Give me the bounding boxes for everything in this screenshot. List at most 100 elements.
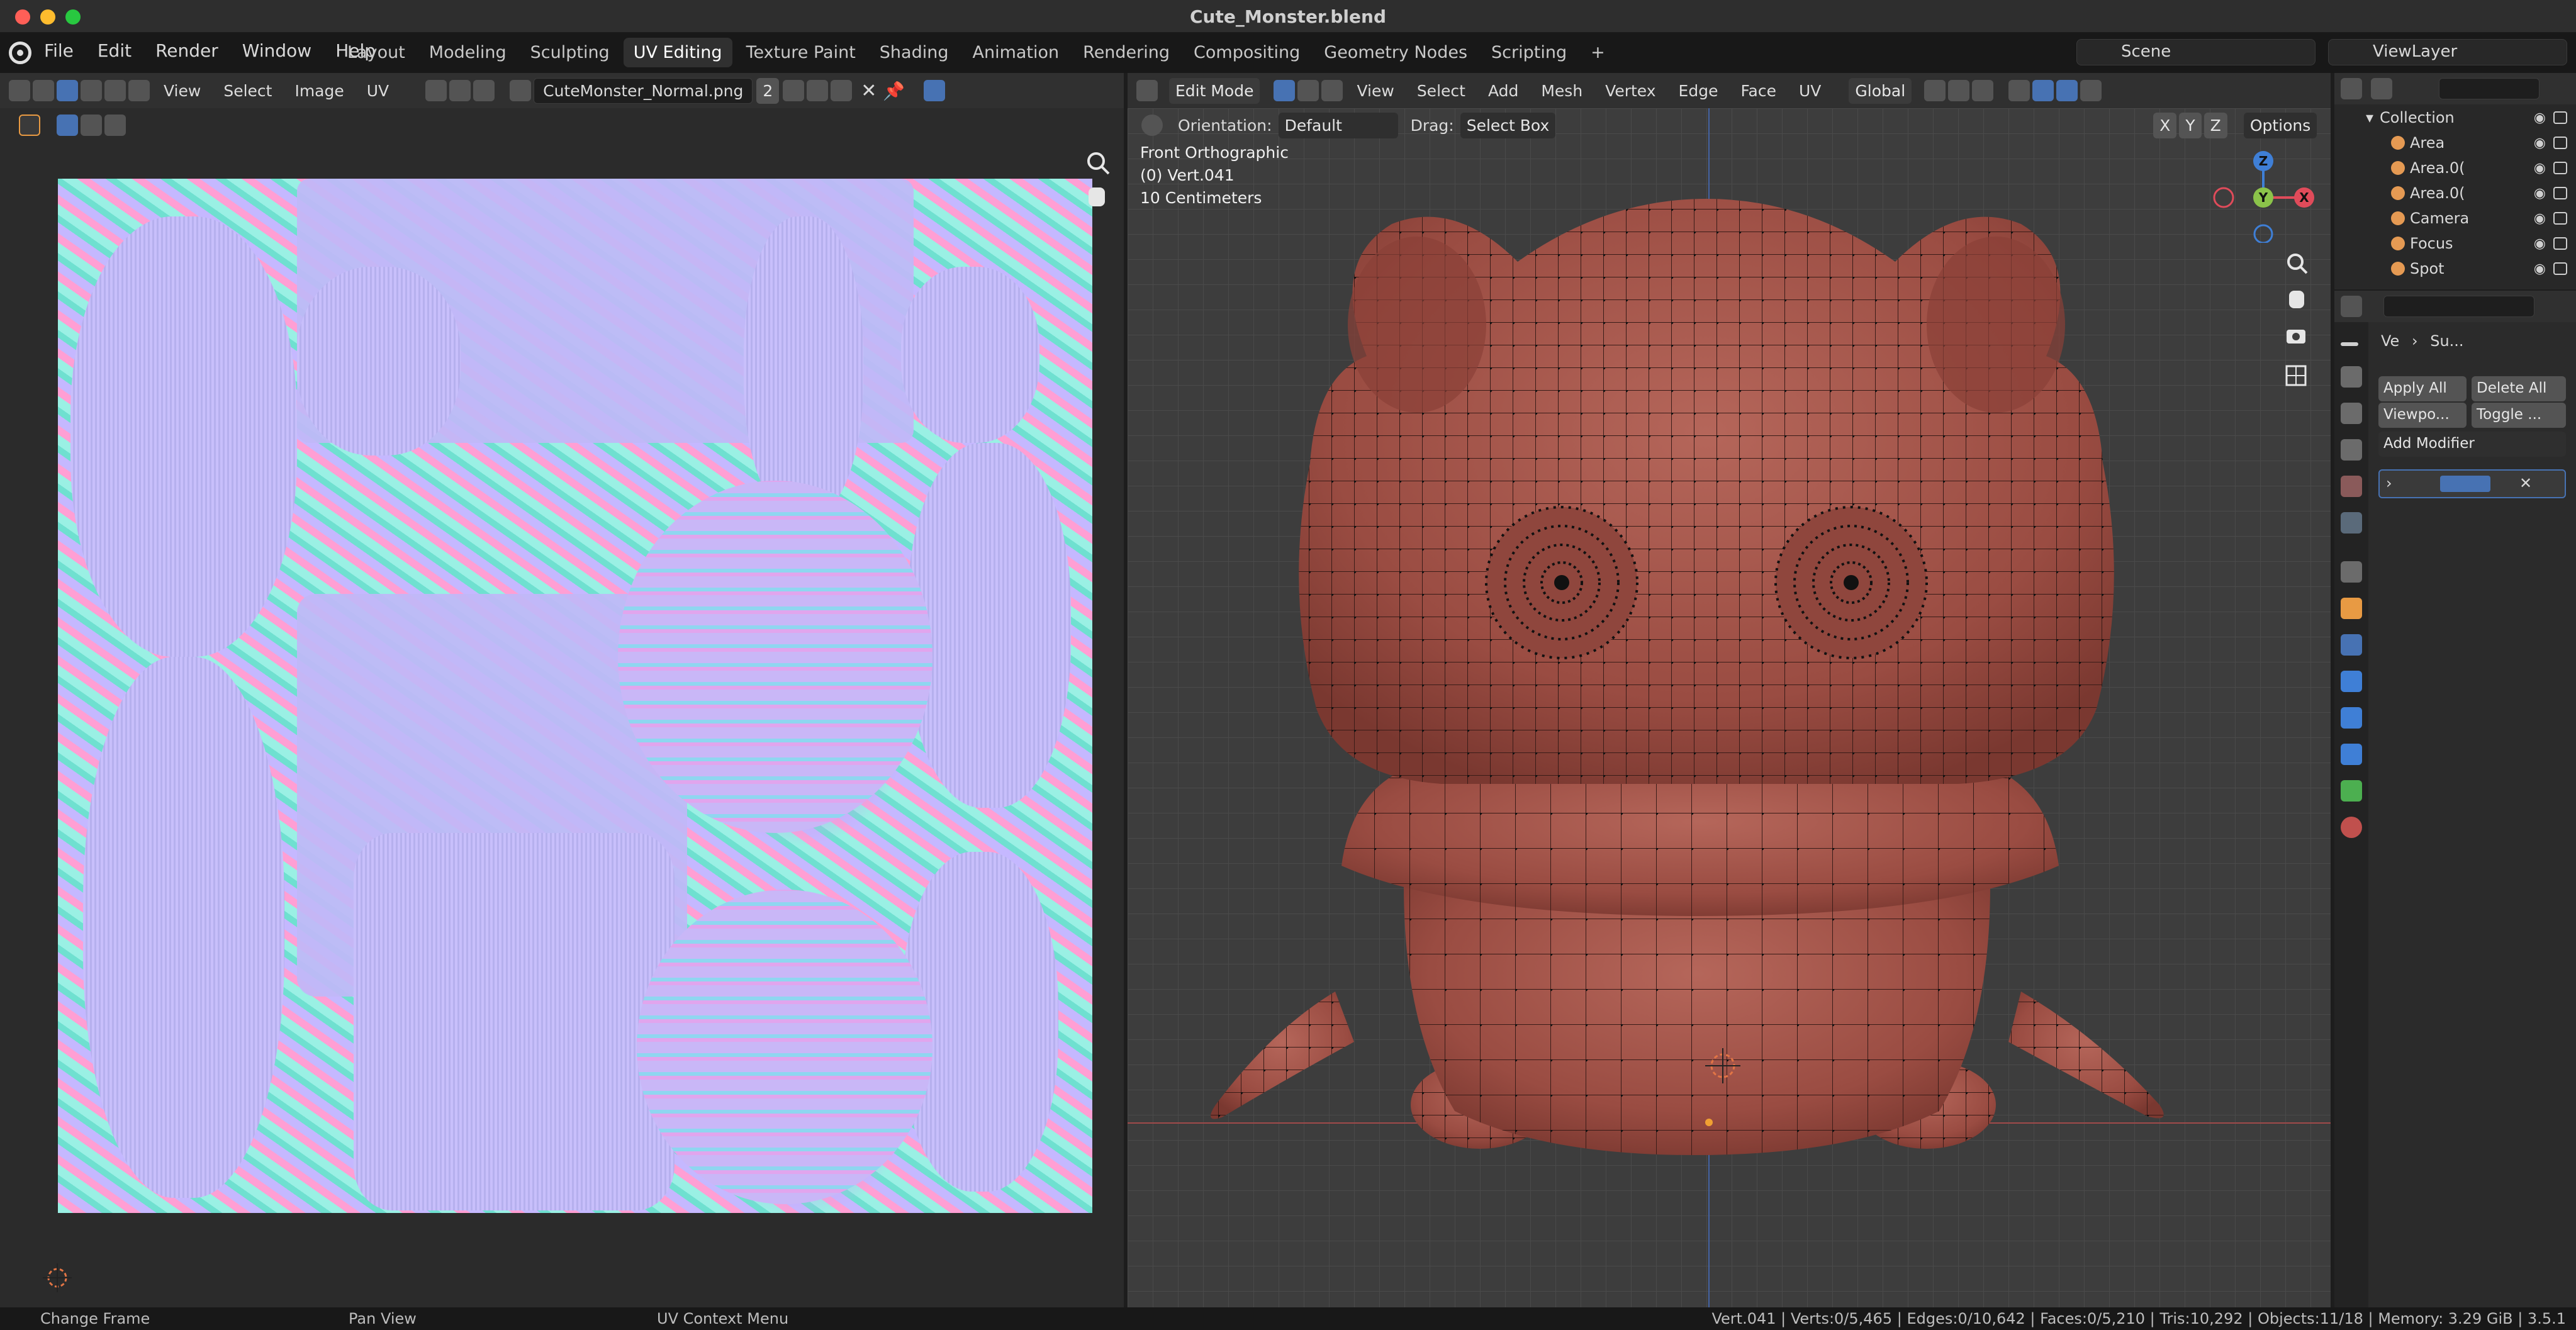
toggle-stack-button[interactable]: Toggle ...	[2472, 403, 2566, 428]
apply-all-button[interactable]: Apply All	[2378, 376, 2467, 401]
tab-scripting[interactable]: Scripting	[1481, 38, 1577, 67]
visibility-eye-icon[interactable]: ◉	[2534, 211, 2546, 226]
tab-layout[interactable]: Layout	[337, 38, 415, 67]
zoom-icon[interactable]	[1087, 152, 1110, 175]
tab-rendering[interactable]: Rendering	[1073, 38, 1180, 67]
outliner-item[interactable]: Spot ◉	[2334, 257, 2576, 281]
render-toggle-icon[interactable]	[2553, 262, 2567, 275]
render-toggle-icon[interactable]	[2553, 187, 2567, 199]
outliner-item[interactable]: Focus ◉	[2334, 232, 2576, 255]
output-tab-icon[interactable]	[2341, 403, 2362, 424]
visibility-eye-icon[interactable]: ◉	[2534, 261, 2546, 277]
select-tool-icon[interactable]	[19, 115, 40, 136]
render-toggle-icon[interactable]	[2553, 162, 2567, 174]
outliner-item[interactable]: Area.0( ◉	[2334, 156, 2576, 180]
open-image-icon[interactable]	[831, 80, 853, 101]
modifier-name-field[interactable]	[2440, 476, 2490, 492]
properties-editor[interactable]: Ve › Su... Apply All Delete All Viewpo..…	[2334, 291, 2576, 1307]
render-toggle-icon[interactable]	[2553, 212, 2567, 225]
visibility-eye-icon[interactable]: ◉	[2534, 110, 2546, 126]
add-workspace-button[interactable]: +	[1581, 38, 1615, 67]
display-mode-icon[interactable]	[2371, 78, 2392, 99]
tool-tab-icon[interactable]	[2341, 342, 2358, 346]
modifier-panel[interactable]: › ✕	[2378, 469, 2566, 498]
fake-user-icon[interactable]	[783, 80, 805, 101]
visibility-eye-icon[interactable]: ◉	[2534, 236, 2546, 252]
uv-menu-image[interactable]: Image	[294, 82, 344, 100]
expand-modifier-icon[interactable]: ›	[2386, 474, 2392, 492]
gizmo-toggle-icon[interactable]	[924, 80, 946, 101]
select-mode-subtract-icon[interactable]	[104, 115, 126, 136]
3d-viewport[interactable]: Edit Mode View Select Add Mesh Vertex Ed…	[1128, 73, 2331, 1307]
blender-logo-icon[interactable]	[9, 42, 31, 64]
modifier-tab-icon[interactable]	[2341, 634, 2362, 656]
editor-type-icon[interactable]	[9, 80, 30, 101]
select-mode-new-icon[interactable]	[57, 115, 78, 136]
data-tab-icon[interactable]	[2341, 780, 2362, 802]
edge-select-mode-icon[interactable]	[81, 80, 102, 101]
editor-type-icon[interactable]	[2341, 296, 2362, 317]
visibility-eye-icon[interactable]: ◉	[2534, 186, 2546, 201]
constraints-tab-icon[interactable]	[2341, 744, 2362, 765]
tab-modeling[interactable]: Modeling	[419, 38, 517, 67]
render-toggle-icon[interactable]	[2553, 137, 2567, 149]
vertex-select-mode-icon[interactable]	[57, 80, 78, 101]
render-toggle-icon[interactable]	[2553, 111, 2567, 124]
pivot-icon[interactable]	[425, 80, 447, 101]
view-layer-selector[interactable]: ViewLayer	[2328, 39, 2567, 65]
delete-all-button[interactable]: Delete All	[2472, 376, 2566, 401]
image-browse-icon[interactable]	[510, 80, 532, 101]
uv-sync-select-icon[interactable]	[33, 80, 54, 101]
editor-type-icon[interactable]	[2341, 78, 2362, 99]
expand-icon[interactable]: ▾	[2366, 109, 2373, 126]
uv-texture-image[interactable]	[58, 179, 1092, 1213]
visibility-eye-icon[interactable]: ◉	[2534, 160, 2546, 176]
proportional-edit-icon[interactable]	[473, 80, 495, 101]
image-name-field[interactable]: CuteMonster_Normal.png	[534, 77, 753, 104]
island-select-mode-icon[interactable]	[128, 80, 150, 101]
outliner-collection-row[interactable]: ▾ Collection ◉	[2334, 106, 2576, 130]
add-modifier-dropdown[interactable]: Add Modifier	[2378, 432, 2566, 457]
image-users-count[interactable]: 2	[756, 77, 780, 104]
render-tab-icon[interactable]	[2341, 366, 2362, 388]
menu-file[interactable]: File	[44, 40, 74, 61]
collection-tab-icon[interactable]	[2341, 561, 2362, 583]
tab-compositing[interactable]: Compositing	[1184, 38, 1310, 67]
visibility-eye-icon[interactable]: ◉	[2534, 135, 2546, 151]
outliner-item[interactable]: Area ◉	[2334, 131, 2576, 155]
menu-edit[interactable]: Edit	[98, 40, 132, 61]
outliner[interactable]: ▾ Collection ◉ Area ◉ Area.0( ◉ Area.0( …	[2334, 73, 2576, 289]
pin-icon[interactable]: 📌	[883, 81, 905, 101]
remove-modifier-icon[interactable]: ✕	[2519, 474, 2532, 492]
outliner-search[interactable]	[2439, 78, 2540, 99]
viewport-toggle-button[interactable]: Viewpo...	[2378, 403, 2467, 428]
view-layer-tab-icon[interactable]	[2341, 439, 2362, 461]
scene-tab-icon[interactable]	[2341, 476, 2362, 497]
tab-uv-editing[interactable]: UV Editing	[623, 38, 732, 67]
menu-render[interactable]: Render	[155, 40, 218, 61]
scene-selector[interactable]: Scene	[2076, 39, 2316, 65]
unlink-image-icon[interactable]: ✕	[861, 80, 876, 102]
world-tab-icon[interactable]	[2341, 512, 2362, 534]
tab-sculpting[interactable]: Sculpting	[520, 38, 620, 67]
object-tab-icon[interactable]	[2341, 598, 2362, 619]
new-image-icon[interactable]	[807, 80, 829, 101]
render-toggle-icon[interactable]	[2553, 237, 2567, 250]
tab-geometry-nodes[interactable]: Geometry Nodes	[1314, 38, 1477, 67]
tab-texture-paint[interactable]: Texture Paint	[736, 38, 866, 67]
face-select-mode-icon[interactable]	[104, 80, 126, 101]
outliner-item[interactable]: Camera ◉	[2334, 206, 2576, 230]
uv-menu-select[interactable]: Select	[223, 82, 272, 100]
pan-hand-icon[interactable]	[1089, 187, 1105, 206]
tab-shading[interactable]: Shading	[870, 38, 959, 67]
snap-icon[interactable]	[449, 80, 471, 101]
uv-editor[interactable]: View Select Image UV CuteMonster_Normal.…	[0, 73, 1124, 1307]
physics-tab-icon[interactable]	[2341, 707, 2362, 729]
monster-mesh[interactable]	[1128, 73, 2331, 1307]
select-mode-extend-icon[interactable]	[81, 115, 102, 136]
tab-animation[interactable]: Animation	[962, 38, 1069, 67]
uv-menu-uv[interactable]: UV	[367, 82, 389, 100]
outliner-item[interactable]: Area.0( ◉	[2334, 181, 2576, 205]
properties-search[interactable]	[2383, 296, 2534, 317]
uv-menu-view[interactable]: View	[164, 82, 201, 100]
